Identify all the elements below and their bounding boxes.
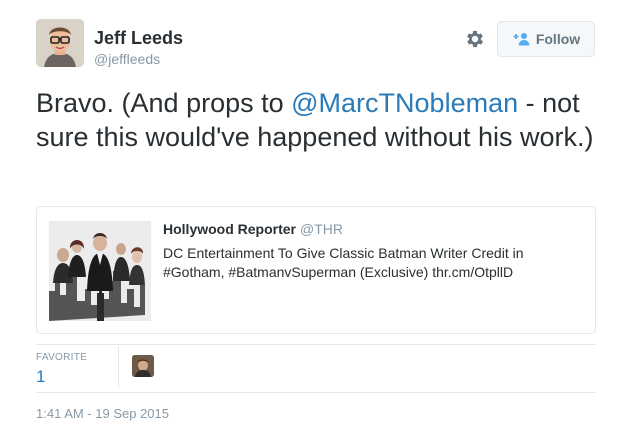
follow-label: Follow (535, 31, 581, 47)
author-name[interactable]: Jeff Leeds (94, 28, 183, 48)
card-source: Hollywood Reporter @THR (163, 220, 343, 238)
card-source-name[interactable]: Hollywood Reporter (163, 221, 296, 237)
quoted-tweet-card[interactable]: Hollywood Reporter @THR DC Entertainment … (36, 206, 596, 334)
stats-separator (118, 347, 119, 387)
mention-link[interactable]: @MarcTNobleman (291, 88, 518, 118)
add-user-icon (512, 32, 530, 46)
favoriter-avatar[interactable] (132, 355, 154, 377)
favorite-label: FAVORITE (36, 352, 88, 363)
author-handle[interactable]: @jeffleeds (94, 51, 160, 67)
follow-button[interactable]: Follow (497, 21, 595, 57)
card-source-handle[interactable]: @THR (300, 221, 343, 237)
favoriter-avatar-illustration (132, 355, 154, 377)
tweet-text: Bravo. (And props to @MarcTNobleman - no… (36, 86, 596, 154)
card-image-illustration (49, 221, 151, 321)
card-image[interactable] (49, 221, 151, 321)
favorite-count[interactable]: 1 (36, 367, 45, 387)
stats-divider-top (36, 344, 596, 345)
gear-icon[interactable] (464, 28, 486, 50)
author-avatar[interactable] (36, 19, 84, 67)
stats-divider-bottom (36, 392, 596, 393)
tweet-text-part1: Bravo. (And props to (36, 88, 292, 118)
tweet-timestamp[interactable]: 1:41 AM - 19 Sep 2015 (36, 406, 169, 421)
card-text: DC Entertainment To Give Classic Batman … (163, 245, 524, 280)
avatar-illustration (36, 19, 84, 67)
